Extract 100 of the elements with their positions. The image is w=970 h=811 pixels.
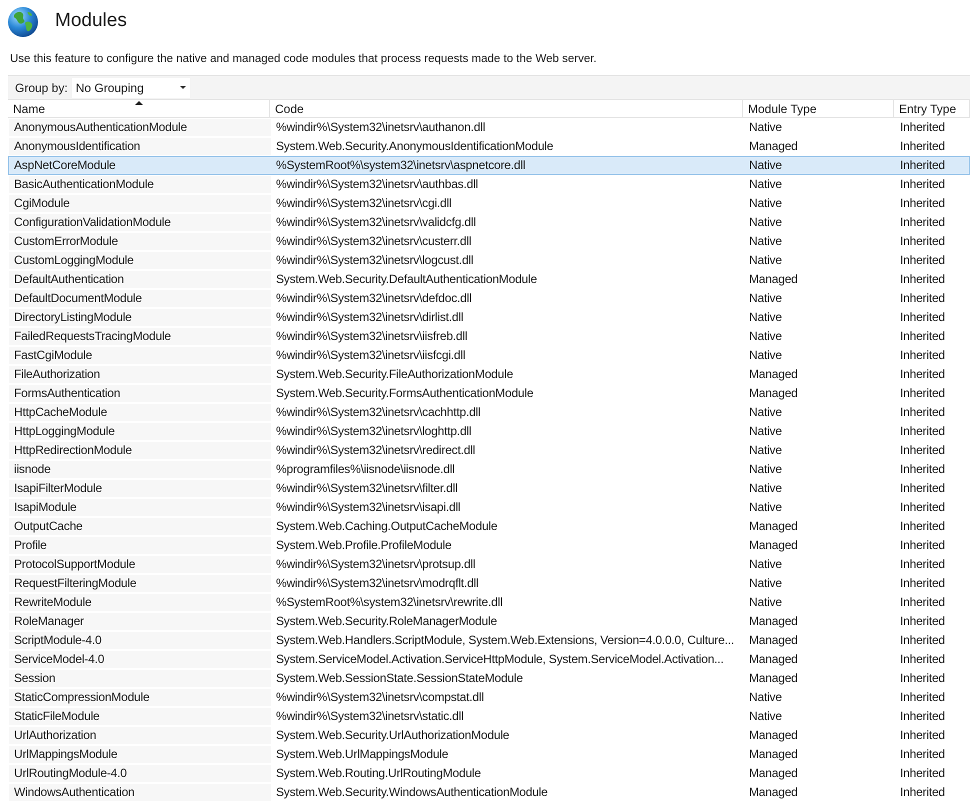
table-row[interactable]: Session System.Web.SessionState.SessionStateModule Managed Inherited [8,669,970,688]
table-row[interactable]: ServiceModel-4.0 System.ServiceModel.Activation.ServiceHttpModule, System.ServiceModel.Activation... Managed Inherited [8,650,970,670]
table-cell-text: Inherited [899,329,945,344]
table-row[interactable]: HttpCacheModule %windir%\System32\inetsrv\cachhttp.dll Native Inherited [8,403,970,422]
column-header[interactable]: Name [8,100,270,118]
table-cell-text: System.Web.Security.RoleManagerModule [275,614,497,630]
table-cell-text: %windir%\System32\inetsrv\loghttp.dll [275,424,472,440]
table-cell-text: %windir%\System32\inetsrv\compstat.dll [275,690,484,706]
table-cell-text: OutputCache [13,519,83,534]
table-row[interactable]: FileAuthorization System.Web.Security.FileAuthorizationModule Managed Inherited [8,365,970,384]
table-cell-text: Inherited [899,766,945,782]
table-cell-text: Managed [748,614,798,630]
table-cell-text: DefaultAuthentication [13,272,124,288]
table-cell-text: Native [748,405,782,420]
table-cell-text: StaticFileModule [13,709,100,724]
table-row[interactable]: UrlAuthorization System.Web.Security.UrlAuthorizationModule Managed Inherited [8,726,970,746]
table-cell-text: AspNetCoreModule [13,158,116,174]
table-row[interactable]: FastCgiModule %windir%\System32\inetsrv\iisfcgi.dll Native Inherited [8,346,970,366]
table-cell-text: System.Web.Security.WindowsAuthenticationModule [275,785,548,800]
column-header[interactable]: Module Type [743,100,894,118]
table-row[interactable]: ConfigurationValidationModule %windir%\System32\inetsrv\validcfg.dll Native Inherited [8,213,970,232]
table-cell-text: Native [748,709,782,724]
table-cell-text: CgiModule [13,196,70,212]
table-row[interactable]: ProtocolSupportModule %windir%\System32\inetsrv\protsup.dll Native Inherited [8,555,970,574]
table-cell-text: System.Web.SessionState.SessionStateModule [275,671,523,686]
table-cell-text: Inherited [899,595,945,610]
table-row[interactable]: iisnode %programfiles%\iisnode\iisnode.dll Native Inherited [8,460,970,480]
table-cell-text: Native [748,329,782,344]
table-cell-text: Inherited [899,196,945,212]
table-cell-text: Inherited [899,443,945,458]
table-row[interactable]: OutputCache System.Web.Caching.OutputCacheModule Managed Inherited [8,517,970,536]
table-cell-text: System.Web.Security.AnonymousIdentificationModule [275,139,554,154]
table-row[interactable]: AspNetCoreModule %SystemRoot%\system32\inetsrv\aspnetcore.dll Native Inherited [8,156,970,176]
table-row[interactable]: HttpRedirectionModule %windir%\System32\inetsrv\redirect.dll Native Inherited [8,441,970,460]
table-cell-text: Managed [748,367,798,382]
table-cell-text: StaticCompressionModule [13,690,150,706]
table-row[interactable]: StaticCompressionModule %windir%\System32\inetsrv\compstat.dll Native Inherited [8,688,970,708]
table-row[interactable]: StaticFileModule %windir%\System32\inetsrv\static.dll Native Inherited [8,707,970,726]
table-row[interactable]: IsapiModule %windir%\System32\inetsrv\isapi.dll Native Inherited [8,498,970,518]
table-row[interactable]: AnonymousIdentification System.Web.Security.AnonymousIdentificationModule Managed Inherited [8,137,970,156]
table-cell-text: Native [748,177,782,192]
table-cell-text: System.Web.Security.FileAuthorizationModule [275,367,514,382]
table-cell-text: Native [748,234,782,250]
table-cell-text: Inherited [899,253,945,268]
table-row[interactable]: FailedRequestsTracingModule %windir%\System32\inetsrv\iisfreb.dll Native Inherited [8,327,970,346]
page-description: Use this feature to configure the native and managed code modules that process requests made to the Web server. [10,52,598,67]
table-row[interactable]: RoleManager System.Web.Security.RoleManagerModule Managed Inherited [8,612,970,632]
table-cell-text: FailedRequestsTracingModule [13,329,171,344]
table-row[interactable]: BasicAuthenticationModule %windir%\System32\inetsrv\authbas.dll Native Inherited [8,175,970,194]
table-cell-text: Inherited [899,139,945,154]
table-cell-text: Native [748,462,782,478]
sort-arrow-icon [134,101,142,106]
table-row[interactable]: CgiModule %windir%\System32\inetsrv\cgi.dll Native Inherited [8,194,970,214]
table-row[interactable]: DirectoryListingModule %windir%\System32\inetsrv\dirlist.dll Native Inherited [8,308,970,328]
table-row[interactable]: ScriptModule-4.0 System.Web.Handlers.ScriptModule, System.Web.Extensions, Version=4.0.0.0, Culture... Managed Inherited [8,631,970,650]
table-row[interactable]: AnonymousAuthenticationModule %windir%\System32\inetsrv\authanon.dll Native Inherited [8,118,970,138]
table-row[interactable]: RewriteModule %SystemRoot%\system32\inetsrv\rewrite.dll Native Inherited [8,593,970,612]
table-cell-text: Managed [748,652,798,668]
table-cell-text: System.ServiceModel.Activation.ServiceHttpModule, System.ServiceModel.Activation... [275,652,724,668]
table-cell-text: System.Web.Security.UrlAuthorizationModule [275,728,510,744]
table-row[interactable]: UrlMappingsModule System.Web.UrlMappingsModule Managed Inherited [8,745,970,764]
table-row[interactable]: Profile System.Web.Profile.ProfileModule Managed Inherited [8,536,970,556]
table-cell-text: BasicAuthenticationModule [13,177,154,192]
table-row[interactable]: WindowsAuthentication System.Web.Security.WindowsAuthenticationModule Managed Inherited [8,783,970,802]
table-row[interactable]: CustomLoggingModule %windir%\System32\inetsrv\logcust.dll Native Inherited [8,251,970,270]
table-cell-text: Managed [748,272,798,288]
table-row[interactable]: UrlRoutingModule-4.0 System.Web.Routing.UrlRoutingModule Managed Inherited [8,764,970,784]
table-cell-text: %windir%\System32\inetsrv\dirlist.dll [275,310,464,326]
table-cell-text: Managed [748,728,798,744]
table-cell-text: %windir%\System32\inetsrv\validcfg.dll [275,215,476,230]
table-cell-text: Native [748,500,782,516]
page-title: Modules [55,9,127,34]
table-row[interactable]: IsapiFilterModule %windir%\System32\inetsrv\filter.dll Native Inherited [8,479,970,498]
table-row[interactable]: DefaultAuthentication System.Web.Security.DefaultAuthenticationModule Managed Inherited [8,270,970,290]
table-cell-text: Inherited [899,747,945,762]
table-cell-text: UrlMappingsModule [13,747,118,762]
column-header[interactable]: Entry Type [894,100,970,118]
table-cell-text: HttpCacheModule [13,405,108,420]
table-row[interactable]: DefaultDocumentModule %windir%\System32\inetsrv\defdoc.dll Native Inherited [8,289,970,308]
table-cell-text: Managed [748,139,798,154]
table-cell-text: AnonymousIdentification [13,139,140,154]
table-cell-text: %windir%\System32\inetsrv\redirect.dll [275,443,476,458]
table-cell-text: Inherited [899,576,945,592]
table-cell-text: FastCgiModule [13,348,92,364]
table-cell-text: Managed [748,785,798,800]
table-cell-text: Profile [13,538,47,554]
column-header[interactable]: Code [270,100,743,118]
table-row[interactable]: FormsAuthentication System.Web.Security.FormsAuthenticationModule Managed Inherited [8,384,970,404]
table-cell-text: Native [748,348,782,364]
table-cell-text: RoleManager [13,614,84,630]
table-row[interactable]: HttpLoggingModule %windir%\System32\inetsrv\loghttp.dll Native Inherited [8,422,970,442]
table-row[interactable]: CustomErrorModule %windir%\System32\inetsrv\custerr.dll Native Inherited [8,232,970,252]
table-cell-text: Inherited [899,424,945,440]
table-cell-text: Inherited [899,519,945,534]
table-cell-text: %windir%\System32\inetsrv\cgi.dll [275,196,452,212]
table-cell-text: %windir%\System32\inetsrv\iisfreb.dll [275,329,468,344]
group-by-dropdown[interactable]: No Grouping [72,78,190,98]
table-row[interactable]: RequestFilteringModule %windir%\System32\inetsrv\modrqflt.dll Native Inherited [8,574,970,594]
table-cell-text: Managed [748,519,798,534]
table-cell-text: Managed [748,386,798,402]
